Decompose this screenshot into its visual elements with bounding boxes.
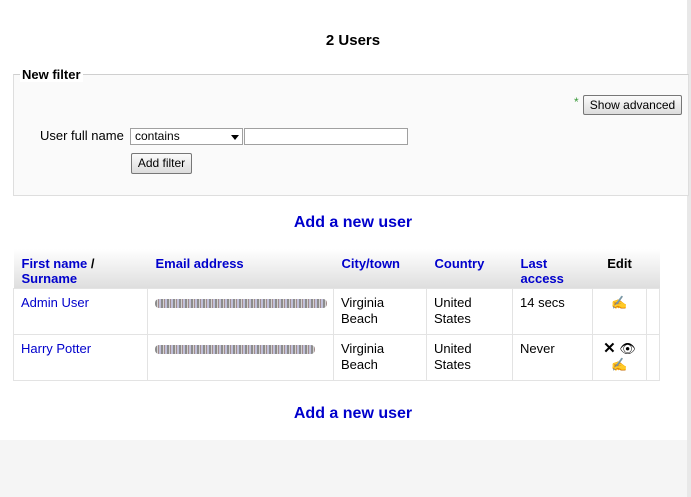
add-user-link-bottom[interactable]: Add a new user [0, 405, 691, 423]
header-edit: Edit [592, 249, 647, 288]
filter-field-label: User full name [40, 128, 124, 143]
header-city: City/town [333, 249, 427, 288]
delete-icon[interactable]: ✕ [603, 340, 616, 357]
header-name-sep: / [87, 256, 95, 271]
table-header-row: First name / Surname Email address City/… [13, 249, 660, 288]
edit-icon[interactable]: ✍ [611, 357, 627, 372]
cell-city: Virginia Beach [333, 287, 427, 335]
user-name-link[interactable]: Admin User [21, 295, 89, 310]
header-email: Email address [147, 249, 334, 288]
header-name: First name / Surname [13, 249, 148, 288]
cell-email [147, 333, 334, 381]
cell-name: Admin User [13, 287, 148, 335]
cell-edit: ✕ 👁 ✍ [592, 333, 647, 381]
cell-spacer [646, 287, 660, 335]
edit-icon[interactable]: ✍ [611, 295, 627, 310]
cell-country: United States [426, 287, 513, 335]
email-redacted [155, 344, 315, 354]
show-advanced-button[interactable]: Show advanced [583, 95, 682, 115]
page-footer-area [0, 440, 687, 497]
cell-last-access: 14 secs [512, 287, 593, 335]
header-country: Country [426, 249, 513, 288]
filter-value-input[interactable] [244, 128, 408, 145]
cell-last-access: Never [512, 333, 593, 381]
table-row: Harry Potter Virginia Beach United State… [13, 333, 660, 381]
sort-firstname-link[interactable]: First name [22, 256, 88, 271]
cell-email [147, 287, 334, 335]
page-title: 2 Users [325, 32, 381, 49]
email-redacted [155, 298, 327, 308]
sort-city-link[interactable]: City/town [342, 256, 401, 271]
add-filter-button[interactable]: Add filter [131, 153, 192, 174]
users-table: First name / Surname Email address City/… [13, 249, 660, 381]
advanced-indicator: * [574, 95, 579, 109]
sort-email-link[interactable]: Email address [156, 256, 244, 271]
sort-surname-link[interactable]: Surname [22, 271, 78, 286]
cell-city: Virginia Beach [333, 333, 427, 381]
filter-legend: New filter [20, 67, 83, 82]
header-last-access: Last access [512, 249, 593, 288]
operator-select[interactable]: contains [130, 128, 243, 145]
cell-spacer [646, 333, 660, 381]
header-spacer [646, 249, 660, 288]
cell-edit: ✍ [592, 287, 647, 335]
user-name-link[interactable]: Harry Potter [21, 341, 91, 356]
chevron-down-icon [231, 135, 239, 140]
cell-country: United States [426, 333, 513, 381]
cell-name: Harry Potter [13, 333, 148, 381]
sort-country-link[interactable]: Country [435, 256, 485, 271]
table-row: Admin User Virginia Beach United States … [13, 287, 660, 335]
operator-selected: contains [135, 129, 180, 143]
add-user-link-top[interactable]: Add a new user [0, 214, 691, 232]
sort-lastaccess-link[interactable]: Last access [521, 256, 564, 286]
eye-icon[interactable]: 👁 [619, 341, 636, 356]
